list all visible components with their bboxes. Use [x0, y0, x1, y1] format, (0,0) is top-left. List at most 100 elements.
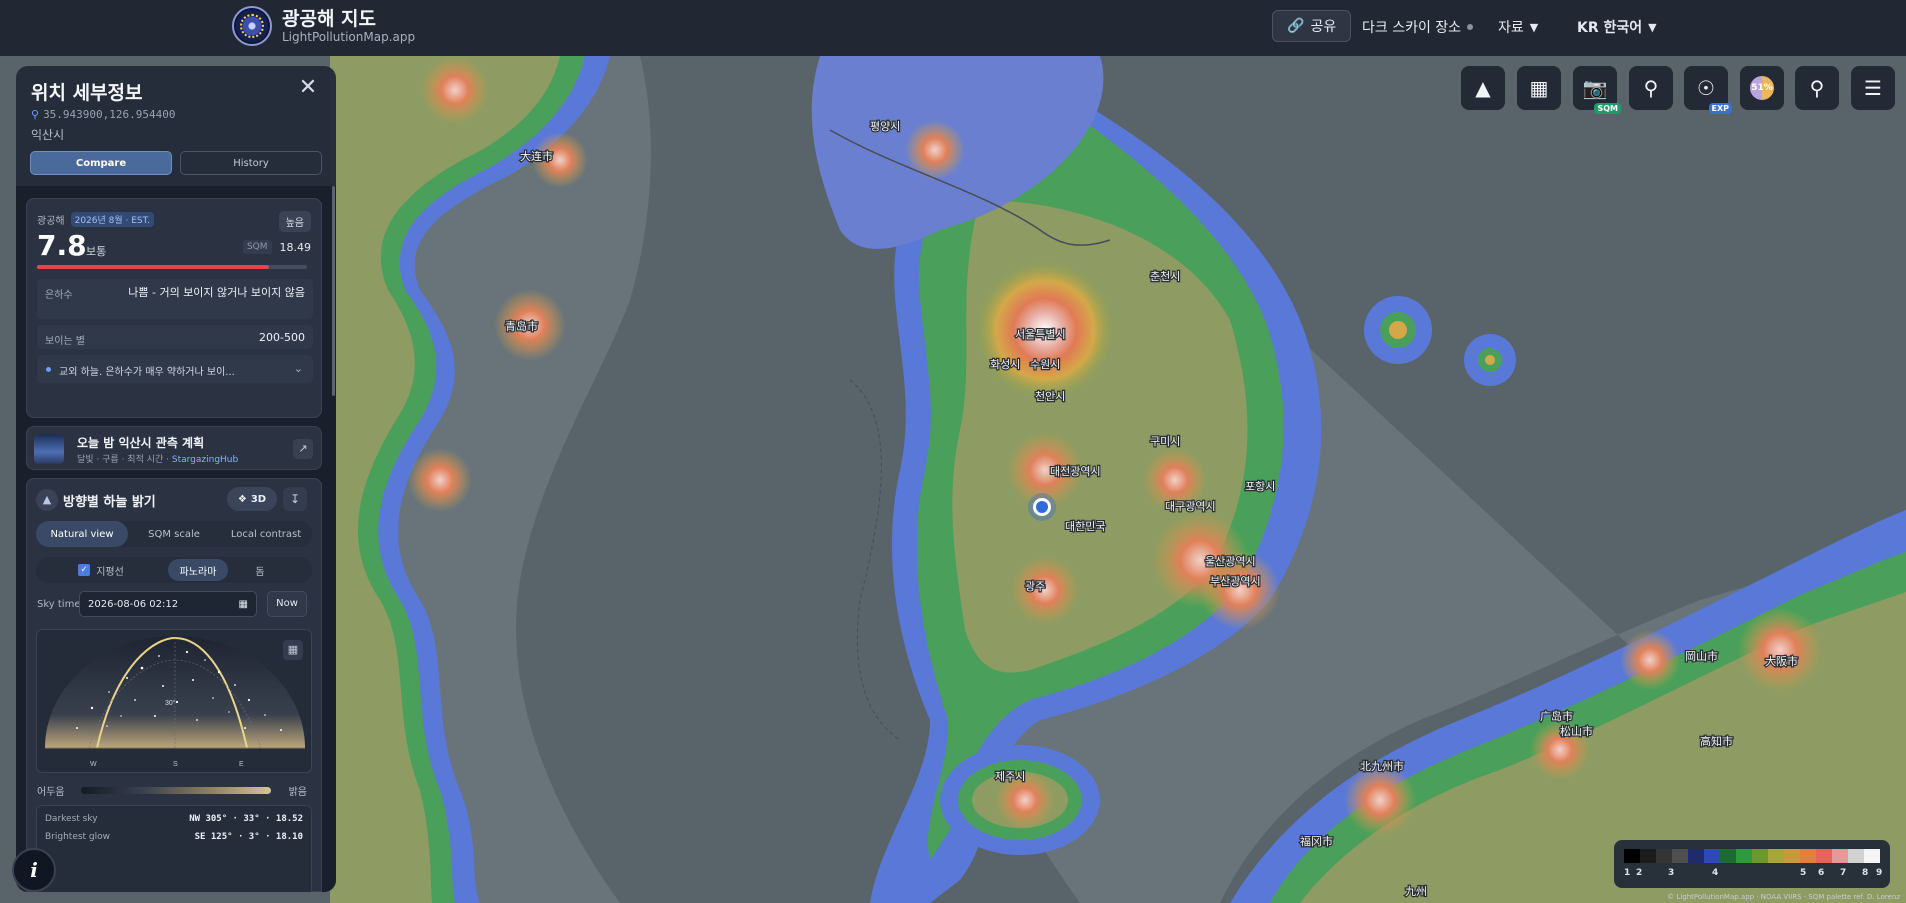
brand[interactable]: 광공해 지도 LightPollutionMap.app	[232, 6, 415, 46]
plan-title: 오늘 밤 익산시 관측 계획	[77, 436, 205, 450]
view-mode-tabs: Natural view SQM scale Local contrast	[36, 521, 312, 547]
sqm-badge: SQM	[1594, 103, 1621, 114]
resources-menu[interactable]: 자료 ▼	[1498, 17, 1538, 37]
info-dot-icon	[46, 367, 51, 372]
map-label-daegu: 대구광역시	[1165, 500, 1216, 513]
legend-numbers: 12 3 4 5 6 7 89	[1624, 868, 1883, 880]
sky-time-value: 2026-08-06 02:12	[88, 598, 179, 610]
milky-way-row: 은하수 나쁨 - 거의 보이지 않거나 보이지 않음	[37, 279, 313, 319]
horizon-label: 지평선	[96, 566, 124, 578]
dark-sky-places-label: 다크 스카이 장소	[1362, 20, 1462, 36]
brand-logo-icon	[232, 6, 272, 46]
stargazinghub-link[interactable]: StargazingHub	[172, 455, 238, 465]
pin-icon: ⚲	[1643, 76, 1659, 100]
map-label-jeju: 제주시	[995, 770, 1025, 783]
map-legend[interactable]: 12 3 4 5 6 7 89	[1614, 840, 1890, 888]
map-attribution[interactable]: © LightPollutionMap.app · NOAA VIIRS · S…	[1667, 893, 1900, 901]
horizon-profile-button[interactable]: ▲	[1461, 66, 1505, 110]
brand-subtitle: LightPollutionMap.app	[282, 30, 416, 44]
visible-stars-label: 보이는 별	[45, 336, 85, 347]
lp-header: 광공해 2026년 8월 · EST.	[37, 212, 154, 227]
search-button[interactable]: ⚲	[1795, 66, 1839, 110]
legend-number: 8	[1862, 868, 1869, 878]
lp-label: 광공해	[37, 216, 65, 227]
now-button[interactable]: Now	[267, 591, 307, 617]
grid-icon: ▦	[1529, 76, 1549, 100]
moon-phase-button[interactable]: 51%	[1740, 66, 1784, 110]
top-bar: 광공해 지도 LightPollutionMap.app 🔗 공유 다크 스카이…	[0, 0, 1906, 56]
link-icon: 🔗	[1287, 18, 1305, 34]
scale-dark-label: 어두움	[37, 787, 65, 798]
darkest-sky-value: NW 305° · 33° · 18.52	[189, 814, 303, 824]
scale-gradient	[81, 787, 271, 794]
visible-stars-value: 200-500	[259, 331, 305, 344]
map-label-dalian: 大连市	[520, 149, 553, 163]
sky-dome-view[interactable]: W S E 30° ▦	[36, 629, 312, 773]
coordinates: ⚲ 35.943900,126.954400	[31, 108, 176, 121]
tab-natural-view[interactable]: Natural view	[36, 521, 128, 547]
legend-swatch	[1672, 849, 1688, 863]
external-link-icon[interactable]: ↗	[293, 439, 313, 459]
share-button[interactable]: 🔗 공유	[1272, 10, 1352, 42]
tab-panorama[interactable]: 파노라마	[168, 559, 228, 581]
language-menu[interactable]: KR 한국어 ▼	[1577, 17, 1657, 37]
3d-button[interactable]: ❖ 3D	[227, 487, 277, 511]
sky-time-label: Sky time	[37, 599, 81, 610]
legend-number: 9	[1876, 868, 1883, 878]
map-label-kyushu: 九州	[1405, 885, 1427, 898]
download-icon[interactable]: ↧	[283, 487, 307, 511]
grid-overlay-button[interactable]: ▦	[1517, 66, 1561, 110]
sky-dome-svg: W S E 30°	[45, 636, 305, 768]
scale-bright-label: 밝음	[288, 787, 307, 798]
chevron-down-icon: ⌄	[293, 362, 303, 375]
map-label-hwaseong: 화성시	[990, 358, 1020, 371]
compass-w: W	[90, 761, 97, 768]
legend-swatch	[1736, 849, 1752, 863]
dark-sky-places-link[interactable]: 다크 스카이 장소	[1362, 17, 1474, 37]
layers-icon: ☰	[1864, 76, 1882, 100]
globe-exp-button[interactable]: ☉ EXP	[1684, 66, 1732, 114]
horizon-checkbox[interactable]: ✓ 지평선	[36, 557, 166, 583]
grid-toggle-icon[interactable]: ▦	[283, 640, 303, 660]
location-details-panel: 위치 세부정보 ✕ ⚲ 35.943900,126.954400 익산시 Com…	[16, 66, 336, 892]
coordinates-value: 35.943900,126.954400	[43, 108, 176, 121]
status-dot-icon	[1467, 24, 1474, 30]
tab-dome[interactable]: 돔	[230, 557, 290, 583]
compass-s: S	[173, 761, 178, 768]
panel-title: 위치 세부정보	[31, 82, 143, 104]
directional-title: 방향별 하늘 밝기	[63, 495, 156, 510]
plan-thumbnail	[34, 434, 64, 464]
layers-button[interactable]: ☰	[1851, 66, 1895, 110]
language-label: KR 한국어	[1577, 20, 1643, 36]
pin-location-button[interactable]: ⚲	[1629, 66, 1673, 110]
map-label-daejeon: 대전광역시	[1050, 465, 1101, 478]
close-icon[interactable]: ✕	[297, 77, 319, 100]
visible-stars-row: 보이는 별 200-500	[37, 325, 313, 349]
sqm-readout: SQM 18.49	[242, 240, 312, 254]
tab-history[interactable]: History	[180, 151, 322, 175]
info-icon[interactable]: i	[12, 848, 56, 892]
caret-down-icon: ▼	[1529, 20, 1539, 34]
sky-time-input[interactable]: 2026-08-06 02:12 ▦	[79, 591, 257, 617]
lp-value: 7.8	[37, 229, 87, 262]
sky-note-row[interactable]: 교외 하늘. 은하수가 매우 약하거나 보이... ⌄	[37, 355, 313, 383]
tab-sqm-scale[interactable]: SQM scale	[128, 521, 220, 547]
scrollbar[interactable]	[332, 186, 335, 396]
legend-swatch	[1624, 849, 1640, 863]
map-label-hiroshima: 广岛市	[1540, 709, 1573, 723]
tab-compare[interactable]: Compare	[30, 151, 172, 175]
legend-swatch	[1848, 849, 1864, 863]
sqm-camera-button[interactable]: 📷 SQM	[1573, 66, 1621, 114]
city-name: 익산시	[31, 128, 65, 142]
tab-local-contrast[interactable]: Local contrast	[220, 521, 312, 547]
legend-swatch	[1768, 849, 1784, 863]
cube-icon: ❖	[237, 493, 247, 505]
observation-plan-card[interactable]: 오늘 밤 익산시 관측 계획 달빛 · 구름 · 최적 시간 · Stargaz…	[26, 426, 322, 470]
legend-number: 6	[1818, 868, 1825, 878]
globe-icon: ☉	[1697, 76, 1715, 100]
legend-swatch	[1784, 849, 1800, 863]
date-chip: 2026년 8월 · EST.	[70, 212, 154, 227]
search-icon: ⚲	[1809, 76, 1825, 100]
legend-swatch	[1832, 849, 1848, 863]
sqm-value: 18.49	[279, 240, 312, 254]
